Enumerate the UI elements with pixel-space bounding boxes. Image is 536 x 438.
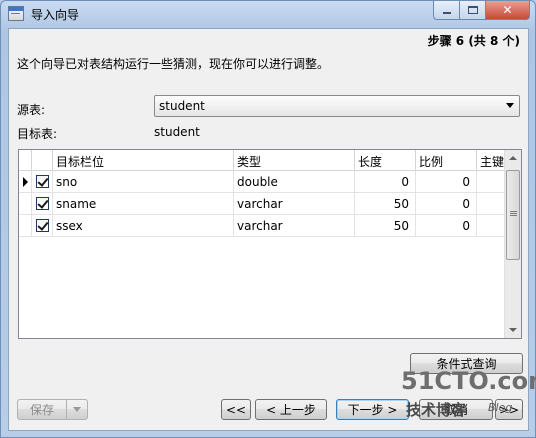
scrollbar-thumb[interactable] [506, 170, 520, 260]
target-table-value: student [154, 125, 200, 139]
field-mapping-grid[interactable]: 目标栏位 类型 长度 比例 主键 sno double 0 0 sname va… [18, 149, 522, 339]
row-checkbox[interactable] [36, 219, 49, 232]
row-checkbox[interactable] [36, 197, 49, 210]
step-indicator: 步骤 6 (共 8 个) [427, 34, 520, 48]
grid-header: 目标栏位 类型 长度 比例 主键 [19, 150, 505, 171]
field-scale-cell[interactable]: 0 [416, 171, 477, 193]
window-title: 导入向导 [31, 8, 80, 22]
row-indicator [19, 193, 32, 215]
close-icon: ✕ [502, 3, 513, 17]
first-step-button[interactable]: << [221, 399, 251, 420]
row-checkbox-cell [32, 171, 53, 193]
field-length-cell[interactable]: 0 [355, 171, 416, 193]
field-name-cell[interactable]: sname [53, 193, 234, 215]
scroll-up-arrow-icon[interactable] [509, 156, 517, 160]
field-length-cell[interactable]: 50 [355, 193, 416, 215]
import-wizard-window: 导入向导 ✕ 步骤 6 (共 8 个) 这个向导已对表结构运行一些猜测，现在你可… [0, 0, 536, 438]
filter-query-button[interactable]: 条件式查询 [410, 353, 523, 374]
scroll-down-arrow-icon[interactable] [509, 328, 517, 332]
column-header-length[interactable]: 长度 [355, 150, 416, 171]
primary-key-cell[interactable] [477, 193, 505, 215]
table-row[interactable]: sno double 0 0 [19, 171, 505, 193]
header-indicator-cell [19, 150, 32, 171]
intro-text: 这个向导已对表结构运行一些猜测，现在你可以进行调整。 [17, 57, 330, 71]
table-import-icon [8, 6, 24, 21]
minimize-button[interactable] [433, 1, 460, 20]
source-table-value: student [159, 99, 205, 113]
column-header-field[interactable]: 目标栏位 [53, 150, 234, 171]
maximize-button[interactable] [460, 1, 486, 20]
column-header-primary-key[interactable]: 主键 [477, 150, 505, 171]
table-row[interactable]: ssex varchar 50 0 [19, 215, 505, 237]
grid-vertical-scrollbar[interactable] [504, 150, 521, 338]
maximize-icon [467, 6, 478, 14]
grip-line [510, 213, 517, 214]
wizard-content: 步骤 6 (共 8 个) 这个向导已对表结构运行一些猜测，现在你可以进行调整。 … [8, 28, 536, 431]
field-length-cell[interactable]: 50 [355, 215, 416, 237]
field-scale-cell[interactable]: 0 [416, 215, 477, 237]
primary-key-cell[interactable] [477, 171, 505, 193]
minimize-icon [442, 12, 451, 14]
field-type-cell[interactable]: double [234, 171, 355, 193]
row-checkbox-cell [32, 215, 53, 237]
table-row[interactable]: sname varchar 50 0 [19, 193, 505, 215]
last-step-button[interactable]: >> [495, 399, 523, 420]
save-button[interactable]: 保存 [17, 399, 67, 420]
source-table-select[interactable]: student [154, 95, 520, 117]
target-table-label: 目标表: [17, 127, 58, 141]
next-step-button[interactable]: 下一步 > [336, 399, 409, 420]
grip-line [510, 211, 517, 212]
field-name-cell[interactable]: sno [53, 171, 234, 193]
source-table-label: 源表: [17, 103, 46, 117]
column-header-type[interactable]: 类型 [234, 150, 355, 171]
grip-line [510, 215, 517, 216]
row-indicator [19, 171, 32, 193]
chevron-down-icon [73, 407, 81, 412]
title-bar[interactable]: 导入向导 ✕ [1, 1, 535, 27]
close-button[interactable]: ✕ [486, 1, 530, 20]
column-header-scale[interactable]: 比例 [416, 150, 477, 171]
cancel-button[interactable]: 取消 [419, 399, 493, 420]
chevron-down-icon [506, 103, 514, 108]
header-check-cell [32, 150, 53, 171]
current-row-arrow-icon [23, 177, 28, 187]
row-checkbox-cell [32, 193, 53, 215]
field-scale-cell[interactable]: 0 [416, 193, 477, 215]
row-indicator [19, 215, 32, 237]
primary-key-cell[interactable] [477, 215, 505, 237]
field-type-cell[interactable]: varchar [234, 193, 355, 215]
field-type-cell[interactable]: varchar [234, 215, 355, 237]
window-controls: ✕ [433, 1, 530, 20]
row-checkbox[interactable] [36, 175, 49, 188]
previous-step-button[interactable]: < 上一步 [255, 399, 327, 420]
save-dropdown-button[interactable] [66, 399, 88, 420]
field-name-cell[interactable]: ssex [53, 215, 234, 237]
